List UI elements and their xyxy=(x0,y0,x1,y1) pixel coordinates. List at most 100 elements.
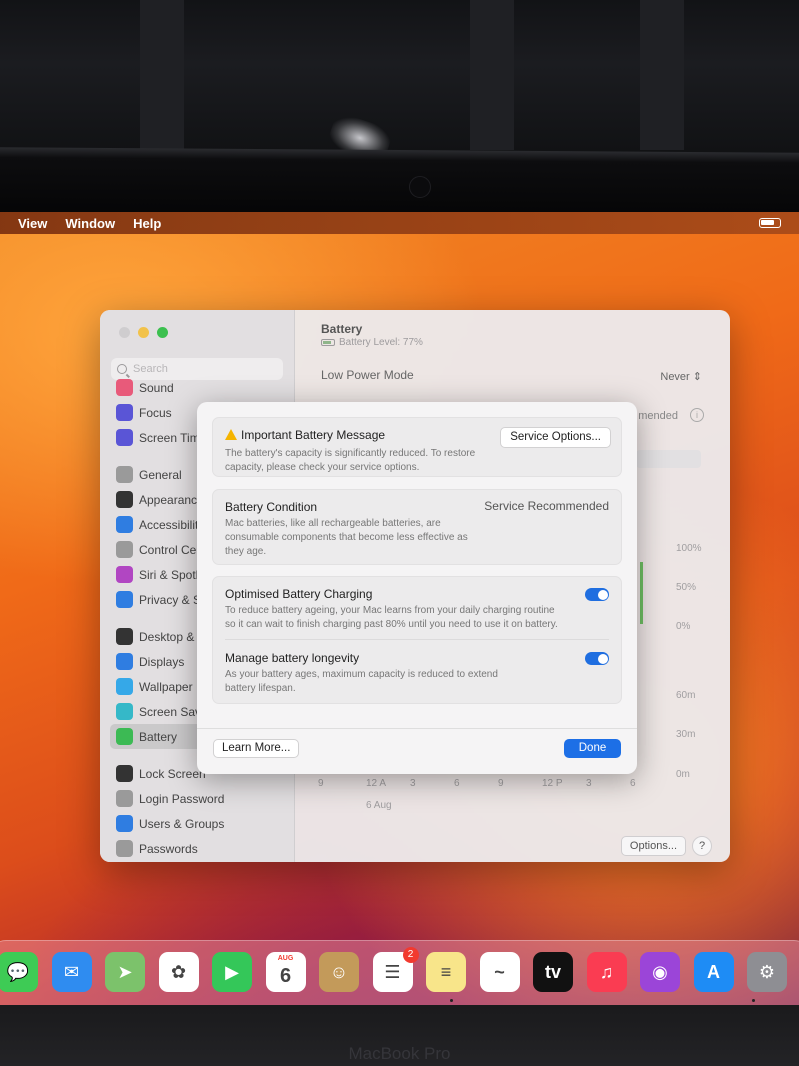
service-options-button[interactable]: Service Options... xyxy=(500,427,611,448)
menu-view[interactable]: View xyxy=(18,216,47,231)
gear-icon xyxy=(116,466,133,483)
sidebar-item-passwords[interactable]: Passwords xyxy=(110,836,290,861)
battery-health-sheet: Important Battery Message The battery's … xyxy=(197,402,637,774)
optimised-charging-title: Optimised Battery Charging xyxy=(225,587,373,601)
sidebar-item-label: Focus xyxy=(139,405,172,420)
chart-x-label: 9 xyxy=(318,778,324,789)
chart-x-label: 3 xyxy=(410,778,416,789)
photo-stage: View Window Help Search Sound Focus Screen… xyxy=(0,0,799,1066)
desc-line: they age. xyxy=(225,546,267,557)
low-power-mode-value: Never xyxy=(660,371,690,383)
key-icon xyxy=(116,840,133,857)
menu-help[interactable]: Help xyxy=(133,216,161,231)
lock-icon xyxy=(116,765,133,782)
appstore-glyph: A xyxy=(707,961,720,982)
calendar-icon[interactable]: 6 AUG xyxy=(265,952,306,992)
maps-glyph: ➤ xyxy=(117,961,133,982)
sidebar-item-sound[interactable]: Sound xyxy=(110,375,290,400)
desc-line: As your battery ages, maximum capacity i… xyxy=(225,669,498,680)
battery-level: Battery Level: 77% xyxy=(321,337,423,348)
learn-more-button[interactable]: Learn More... xyxy=(213,739,300,758)
battery-condition-desc: Mac batteries, like all rechargeable bat… xyxy=(225,517,468,559)
battery-condition-title: Battery Condition xyxy=(225,500,318,514)
menu-window[interactable]: Window xyxy=(65,216,115,231)
mail-icon[interactable]: ✉ xyxy=(51,952,92,992)
podcasts-icon[interactable]: ◉ xyxy=(640,952,680,992)
accessibility-icon xyxy=(116,516,133,533)
sidebar-item-label: Appearance xyxy=(139,492,204,507)
sidebar-item-label: Login Password xyxy=(139,791,225,806)
music-icon[interactable]: ♫ xyxy=(586,952,627,992)
sound-icon xyxy=(116,379,133,396)
low-power-mode-select[interactable]: Never ⇕ xyxy=(660,370,702,383)
moon-icon xyxy=(116,404,133,421)
laptop-bezel xyxy=(0,147,799,221)
chart-x-label: 9 xyxy=(498,778,504,789)
messages-icon[interactable]: 💬 xyxy=(0,952,38,992)
help-button[interactable]: ? xyxy=(692,836,712,856)
sidebar-item-label: Users & Groups xyxy=(139,816,225,831)
appletv-glyph: tv xyxy=(544,961,561,982)
camera-icon xyxy=(409,176,431,198)
desc-line: so it can wait to finish charging past 8… xyxy=(225,619,558,630)
desc-line: To reduce battery ageing, your Mac learn… xyxy=(225,605,555,616)
manage-longevity-toggle[interactable] xyxy=(585,652,609,665)
appstore-icon[interactable]: A xyxy=(693,952,734,992)
facetime-icon[interactable]: ▶ xyxy=(212,952,252,992)
dock-icon xyxy=(116,628,133,645)
low-power-mode-label: Low Power Mode xyxy=(321,368,414,382)
battery-level-icon xyxy=(321,339,335,346)
desc-line: The battery's capacity is significantly … xyxy=(225,448,476,459)
chart-y-label: 100% xyxy=(676,543,702,554)
users-icon xyxy=(116,815,133,832)
contacts-icon[interactable]: ☺ xyxy=(319,952,359,992)
notes-glyph: ≡ xyxy=(440,961,452,982)
chart-x-label: 6 xyxy=(630,778,636,789)
appearance-icon xyxy=(116,491,133,508)
sidebar-item-login-password[interactable]: Login Password xyxy=(110,786,290,811)
sidebar-item-label: Passwords xyxy=(139,841,198,856)
info-icon[interactable]: i xyxy=(690,408,704,422)
reminders-glyph: ☰ xyxy=(384,961,401,982)
screen: View Window Help Search Sound Focus Screen… xyxy=(0,212,799,1012)
photos-icon[interactable]: ✿ xyxy=(158,952,199,992)
sidebar-item-users-groups[interactable]: Users & Groups xyxy=(110,811,290,836)
appletv-icon[interactable]: tv xyxy=(533,952,573,992)
chart-x-label: 12 P xyxy=(542,778,563,789)
battery-message-title-row: Important Battery Message xyxy=(225,428,385,442)
chart-date-label: 6 Aug xyxy=(366,800,392,811)
siri-icon xyxy=(116,566,133,583)
system-settings-icon[interactable]: ⚙ xyxy=(747,952,787,992)
options-button[interactable]: Options... xyxy=(620,836,686,856)
screensaver-icon xyxy=(116,703,133,720)
minimize-button[interactable] xyxy=(138,327,149,338)
segmented-control[interactable] xyxy=(636,450,701,468)
desc-line: Mac batteries, like all rechargeable bat… xyxy=(225,518,441,529)
dock: 💬 ✉ ➤ ✿ ▶ 6 AUG ☺ ☰ 2 ≡ ~ tv ♫ ◉ A ⚙ xyxy=(0,940,799,1006)
chart-x-label: 6 xyxy=(454,778,460,789)
charging-options-card: Optimised Battery Charging To reduce bat… xyxy=(212,576,622,704)
divider xyxy=(225,639,609,640)
close-button[interactable] xyxy=(119,327,130,338)
manage-longevity-title: Manage battery longevity xyxy=(225,651,360,665)
chart-y-label: 60m xyxy=(676,690,696,701)
bookshelf xyxy=(640,0,684,150)
battery-condition-card: Battery Condition Service Recommended Ma… xyxy=(212,489,622,565)
chart-y-label: 0% xyxy=(676,621,691,632)
freeform-icon[interactable]: ~ xyxy=(479,952,520,992)
done-button[interactable]: Done xyxy=(564,739,621,758)
maps-icon[interactable]: ➤ xyxy=(105,952,145,992)
battery-message-card: Important Battery Message The battery's … xyxy=(212,417,622,477)
notes-icon[interactable]: ≡ xyxy=(426,952,466,992)
zoom-button[interactable] xyxy=(157,327,168,338)
optimised-charging-toggle[interactable] xyxy=(585,588,609,601)
desc-line: capacity, please check your service opti… xyxy=(225,462,420,473)
chart-x-label: 3 xyxy=(586,778,592,789)
sidebar-item-label: General xyxy=(139,467,182,482)
music-glyph: ♫ xyxy=(599,961,614,982)
menubar-battery-icon[interactable] xyxy=(759,218,781,228)
hourglass-icon xyxy=(116,429,133,446)
battery-health-status: mended xyxy=(638,410,678,422)
system-settings-glyph: ⚙ xyxy=(758,961,776,982)
chart-y-label: 50% xyxy=(676,582,697,593)
